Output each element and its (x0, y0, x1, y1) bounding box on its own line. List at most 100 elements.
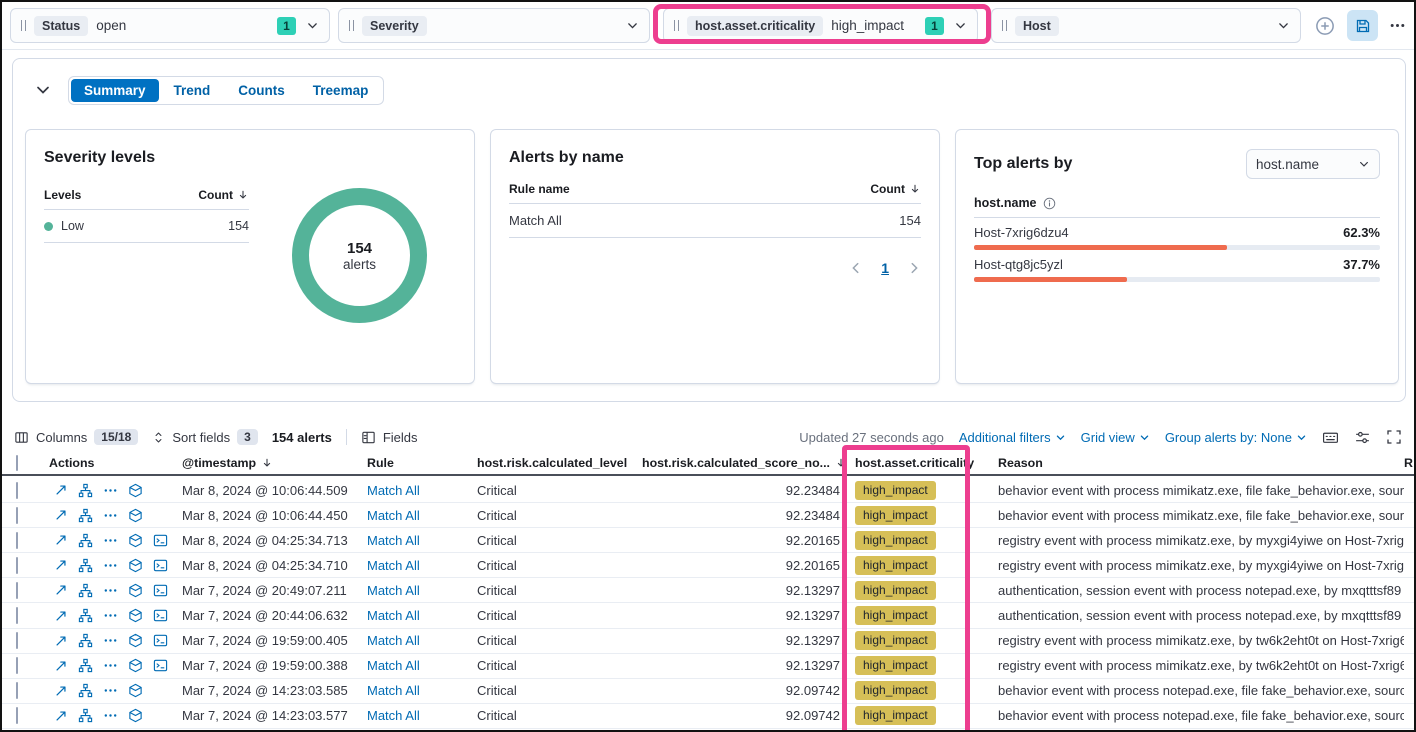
filter-severity[interactable]: Severity (338, 8, 650, 43)
tab-trend[interactable]: Trend (161, 79, 224, 102)
analyze-event-icon[interactable] (78, 508, 93, 523)
drag-handle-icon[interactable] (21, 20, 26, 31)
row-checkbox[interactable] (16, 582, 18, 599)
reason-cell[interactable]: behavior event with process mimikatz.exe… (998, 508, 1404, 523)
row-checkbox[interactable] (16, 607, 18, 624)
reason-cell[interactable]: authentication, session event with proce… (998, 608, 1404, 623)
tab-treemap[interactable]: Treemap (300, 79, 382, 102)
rule-link[interactable]: Match All (367, 608, 420, 623)
rule-link[interactable]: Match All (367, 533, 420, 548)
reason-cell[interactable]: authentication, session event with proce… (998, 583, 1404, 598)
rule-count-col[interactable]: Count (870, 182, 905, 196)
expand-alert-icon[interactable] (54, 483, 68, 497)
investigate-timeline-icon[interactable] (128, 583, 143, 598)
analyze-event-icon[interactable] (78, 708, 93, 723)
header-rule[interactable]: Rule (367, 456, 477, 470)
select-all-checkbox[interactable] (16, 455, 18, 471)
tab-counts[interactable]: Counts (225, 79, 298, 102)
rule-link[interactable]: Match All (367, 558, 420, 573)
more-actions-icon[interactable] (103, 508, 118, 523)
rule-link[interactable]: Match All (367, 508, 420, 523)
more-actions-icon[interactable] (103, 608, 118, 623)
columns-button[interactable]: Columns 15/18 (14, 429, 138, 445)
top-alert-host-name[interactable]: Host-qtg8jc5yzl (974, 257, 1063, 272)
reason-cell[interactable]: behavior event with process notepad.exe,… (998, 708, 1404, 723)
collapse-summary-icon[interactable] (35, 82, 51, 98)
session-view-icon[interactable] (153, 533, 168, 548)
analyze-event-icon[interactable] (78, 533, 93, 548)
investigate-timeline-icon[interactable] (128, 533, 143, 548)
expand-alert-icon[interactable] (54, 709, 68, 723)
fields-button[interactable]: Fields (361, 430, 418, 445)
expand-alert-icon[interactable] (54, 659, 68, 673)
rule-link[interactable]: Match All (367, 658, 420, 673)
rule-link[interactable]: Match All (367, 683, 420, 698)
add-filter-icon[interactable] (1315, 16, 1335, 36)
reason-cell[interactable]: registry event with process mimikatz.exe… (998, 633, 1404, 648)
header-reason[interactable]: Reason (998, 456, 1404, 470)
header-timestamp[interactable]: @timestamp (182, 456, 367, 470)
more-actions-icon[interactable] (103, 658, 118, 673)
drag-handle-icon[interactable] (349, 20, 354, 31)
prev-page-icon[interactable] (849, 261, 863, 275)
drag-handle-icon[interactable] (674, 20, 679, 31)
session-view-icon[interactable] (153, 583, 168, 598)
investigate-timeline-icon[interactable] (128, 483, 143, 498)
analyze-event-icon[interactable] (78, 608, 93, 623)
analyze-event-icon[interactable] (78, 558, 93, 573)
header-risk-score[interactable]: host.risk.calculated_score_no... (642, 456, 848, 470)
chevron-down-icon[interactable] (626, 19, 639, 32)
rule-link[interactable]: Match All (367, 583, 420, 598)
top-alert-host-name[interactable]: Host-7xrig6dzu4 (974, 225, 1069, 240)
severity-col-count[interactable]: Count (198, 188, 233, 202)
reason-cell[interactable]: behavior event with process notepad.exe,… (998, 683, 1404, 698)
header-criticality[interactable]: host.asset.criticality (848, 456, 998, 470)
grid-view-button[interactable]: Grid view (1081, 430, 1150, 445)
group-alerts-button[interactable]: Group alerts by: None (1165, 430, 1307, 445)
row-checkbox[interactable] (16, 557, 18, 574)
more-actions-icon[interactable] (103, 483, 118, 498)
row-checkbox[interactable] (16, 657, 18, 674)
rule-link[interactable]: Match All (367, 483, 420, 498)
session-view-icon[interactable] (153, 633, 168, 648)
chevron-down-icon[interactable] (954, 19, 967, 32)
more-actions-icon[interactable] (103, 633, 118, 648)
more-actions-icon[interactable] (103, 708, 118, 723)
session-view-icon[interactable] (153, 608, 168, 623)
investigate-timeline-icon[interactable] (128, 708, 143, 723)
row-checkbox[interactable] (16, 482, 18, 499)
analyze-event-icon[interactable] (78, 683, 93, 698)
rule-link[interactable]: Match All (367, 633, 420, 648)
row-checkbox[interactable] (16, 707, 18, 724)
expand-alert-icon[interactable] (54, 583, 68, 597)
chevron-down-icon[interactable] (1277, 19, 1290, 32)
analyze-event-icon[interactable] (78, 658, 93, 673)
expand-alert-icon[interactable] (54, 684, 68, 698)
more-options-icon[interactable] (1389, 17, 1406, 34)
filter-status[interactable]: Status open 1 (10, 8, 330, 43)
investigate-timeline-icon[interactable] (128, 508, 143, 523)
more-actions-icon[interactable] (103, 683, 118, 698)
expand-alert-icon[interactable] (54, 634, 68, 648)
top-alerts-field-select[interactable]: host.name (1246, 149, 1380, 179)
analyze-event-icon[interactable] (78, 583, 93, 598)
reason-cell[interactable]: behavior event with process mimikatz.exe… (998, 483, 1404, 498)
investigate-timeline-icon[interactable] (128, 658, 143, 673)
session-view-icon[interactable] (153, 658, 168, 673)
row-checkbox[interactable] (16, 532, 18, 549)
info-icon[interactable] (1043, 197, 1056, 210)
filter-host[interactable]: Host (991, 8, 1301, 43)
row-checkbox[interactable] (16, 682, 18, 699)
tab-summary[interactable]: Summary (71, 79, 159, 102)
sort-fields-button[interactable]: Sort fields 3 (152, 429, 258, 445)
reason-cell[interactable]: registry event with process mimikatz.exe… (998, 533, 1404, 548)
fullscreen-icon[interactable] (1386, 429, 1402, 445)
save-query-button[interactable] (1347, 10, 1378, 41)
analyze-event-icon[interactable] (78, 483, 93, 498)
investigate-timeline-icon[interactable] (128, 633, 143, 648)
header-risk-level[interactable]: host.risk.calculated_level (477, 456, 642, 470)
expand-alert-icon[interactable] (54, 558, 68, 572)
filter-host-asset-criticality[interactable]: host.asset.criticality high_impact 1 (663, 8, 978, 43)
reason-cell[interactable]: registry event with process mimikatz.exe… (998, 658, 1404, 673)
expand-alert-icon[interactable] (54, 508, 68, 522)
